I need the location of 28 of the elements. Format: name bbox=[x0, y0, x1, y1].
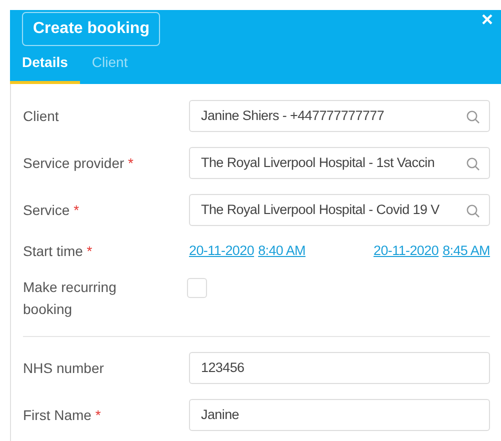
required-mark: * bbox=[74, 202, 80, 218]
search-field[interactable]: The Royal Liverpool Hospital - 1st Vaccin bbox=[189, 147, 490, 179]
field-label: Client bbox=[23, 108, 59, 124]
search-icon bbox=[466, 204, 480, 218]
checkbox[interactable] bbox=[187, 278, 207, 298]
search-field[interactable]: Janine Shiers - +447777777777 bbox=[189, 100, 490, 132]
tab[interactable]: Client bbox=[80, 46, 140, 84]
required-mark: * bbox=[86, 243, 92, 259]
field-label: NHS number bbox=[23, 360, 104, 376]
required-mark: * bbox=[95, 406, 101, 422]
date-link[interactable]: 20-11-2020 bbox=[374, 241, 439, 262]
time-link[interactable]: 8:40 AM bbox=[258, 241, 306, 262]
search-icon bbox=[466, 110, 480, 124]
field-label: Start time bbox=[23, 243, 83, 259]
field-label: Service bbox=[23, 202, 70, 218]
field-label: First Name bbox=[23, 406, 92, 422]
close-button[interactable]: × bbox=[481, 10, 493, 30]
search-icon bbox=[466, 157, 480, 171]
field-label: Make recurring booking bbox=[23, 279, 116, 317]
create-booking-button[interactable]: Create booking bbox=[22, 12, 160, 46]
time-link[interactable]: 8:45 AM bbox=[442, 241, 490, 262]
input-field[interactable]: Janine bbox=[189, 399, 490, 431]
tab[interactable]: Details bbox=[10, 46, 80, 84]
input-field[interactable]: 123456 bbox=[189, 352, 490, 384]
field-label: Service provider bbox=[23, 154, 124, 170]
required-mark: * bbox=[128, 154, 134, 170]
date-link[interactable]: 20-11-2020 bbox=[189, 241, 254, 262]
search-field[interactable]: The Royal Liverpool Hospital - Covid 19 V bbox=[189, 194, 490, 226]
